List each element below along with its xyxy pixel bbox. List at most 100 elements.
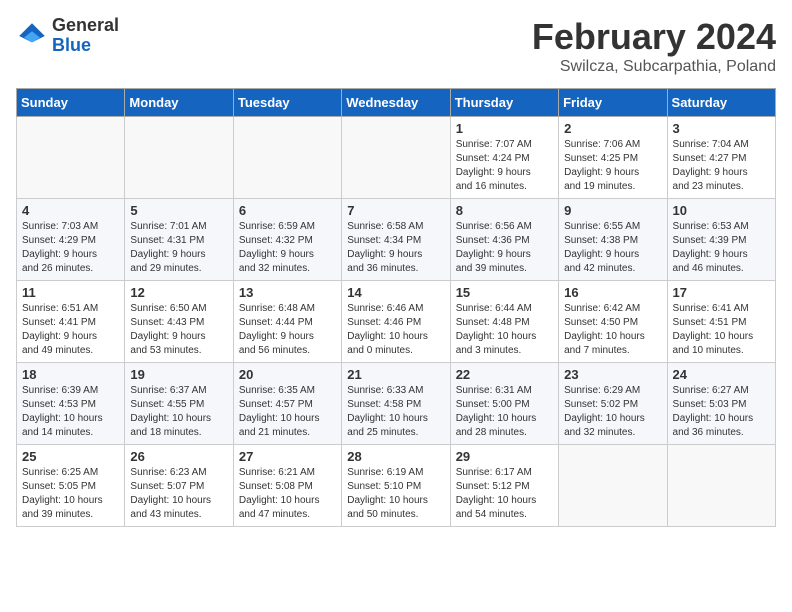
day-number: 28	[347, 449, 444, 464]
day-info: Sunrise: 6:33 AM Sunset: 4:58 PM Dayligh…	[347, 384, 444, 440]
day-number: 1	[456, 121, 553, 136]
page-header: General Blue February 2024 Swilcza, Subc…	[16, 16, 776, 76]
calendar-day-cell	[125, 117, 233, 199]
calendar-day-cell: 15 Sunrise: 6:44 AM Sunset: 4:48 PM Dayli…	[450, 281, 558, 363]
day-info: Sunrise: 6:46 AM Sunset: 4:46 PM Dayligh…	[347, 302, 444, 358]
calendar-week-row: 25 Sunrise: 6:25 AM Sunset: 5:05 PM Dayli…	[17, 445, 776, 527]
calendar-day-cell: 16Sunrise: 6:42 AM Sunset: 4:50 PM Dayli…	[559, 281, 667, 363]
day-number: 12	[130, 285, 227, 300]
calendar-day-cell: 26Sunrise: 6:23 AM Sunset: 5:07 PM Dayli…	[125, 445, 233, 527]
day-info: Sunrise: 6:17 AM Sunset: 5:12 PM Dayligh…	[456, 466, 553, 522]
calendar-day-cell: 1 Sunrise: 7:07 AM Sunset: 4:24 PM Daylig…	[450, 117, 558, 199]
day-info: Sunrise: 6:55 AM Sunset: 4:38 PM Dayligh…	[564, 220, 661, 276]
day-info: Sunrise: 6:59 AM Sunset: 4:32 PM Dayligh…	[239, 220, 336, 276]
calendar-day-cell	[233, 117, 341, 199]
day-number: 19	[130, 367, 227, 382]
calendar-day-cell	[667, 445, 775, 527]
day-info: Sunrise: 6:41 AM Sunset: 4:51 PM Dayligh…	[673, 302, 770, 358]
calendar-day-cell: 10 Sunrise: 6:53 AM Sunset: 4:39 PM Dayli…	[667, 199, 775, 281]
day-info: Sunrise: 6:23 AM Sunset: 5:07 PM Dayligh…	[130, 466, 227, 522]
logo-blue: Blue	[52, 36, 119, 56]
calendar-day-cell: 21 Sunrise: 6:33 AM Sunset: 4:58 PM Dayli…	[342, 363, 450, 445]
day-info: Sunrise: 6:27 AM Sunset: 5:03 PM Dayligh…	[673, 384, 770, 440]
calendar-day-cell: 20 Sunrise: 6:35 AM Sunset: 4:57 PM Dayli…	[233, 363, 341, 445]
day-number: 7	[347, 203, 444, 218]
day-number: 3	[673, 121, 770, 136]
day-info: Sunrise: 7:06 AM Sunset: 4:25 PM Dayligh…	[564, 138, 661, 194]
day-number: 20	[239, 367, 336, 382]
calendar-day-cell: 29 Sunrise: 6:17 AM Sunset: 5:12 PM Dayli…	[450, 445, 558, 527]
day-of-week-header: Saturday	[667, 89, 775, 117]
day-number: 18	[22, 367, 119, 382]
day-info: Sunrise: 6:35 AM Sunset: 4:57 PM Dayligh…	[239, 384, 336, 440]
day-of-week-header: Thursday	[450, 89, 558, 117]
calendar-day-cell: 28 Sunrise: 6:19 AM Sunset: 5:10 PM Dayli…	[342, 445, 450, 527]
day-number: 6	[239, 203, 336, 218]
day-info: Sunrise: 6:51 AM Sunset: 4:41 PM Dayligh…	[22, 302, 119, 358]
calendar-day-cell: 8Sunrise: 6:56 AM Sunset: 4:36 PM Daylig…	[450, 199, 558, 281]
calendar-day-cell: 9 Sunrise: 6:55 AM Sunset: 4:38 PM Daylig…	[559, 199, 667, 281]
day-number: 5	[130, 203, 227, 218]
day-number: 16	[564, 285, 661, 300]
calendar-week-row: 18Sunrise: 6:39 AM Sunset: 4:53 PM Dayli…	[17, 363, 776, 445]
calendar-day-cell: 7 Sunrise: 6:58 AM Sunset: 4:34 PM Daylig…	[342, 199, 450, 281]
calendar-day-cell: 6 Sunrise: 6:59 AM Sunset: 4:32 PM Daylig…	[233, 199, 341, 281]
day-number: 17	[673, 285, 770, 300]
month-title: February 2024	[532, 16, 776, 58]
calendar-header-row: SundayMondayTuesdayWednesdayThursdayFrid…	[17, 89, 776, 117]
day-number: 24	[673, 367, 770, 382]
day-number: 13	[239, 285, 336, 300]
day-number: 22	[456, 367, 553, 382]
calendar-day-cell: 27Sunrise: 6:21 AM Sunset: 5:08 PM Dayli…	[233, 445, 341, 527]
day-number: 15	[456, 285, 553, 300]
day-number: 10	[673, 203, 770, 218]
day-of-week-header: Friday	[559, 89, 667, 117]
calendar-day-cell: 23 Sunrise: 6:29 AM Sunset: 5:02 PM Dayli…	[559, 363, 667, 445]
day-number: 8	[456, 203, 553, 218]
calendar-day-cell: 3 Sunrise: 7:04 AM Sunset: 4:27 PM Daylig…	[667, 117, 775, 199]
day-info: Sunrise: 6:25 AM Sunset: 5:05 PM Dayligh…	[22, 466, 119, 522]
logo-general: General	[52, 16, 119, 36]
day-number: 29	[456, 449, 553, 464]
logo: General Blue	[16, 16, 119, 56]
calendar-day-cell: 17 Sunrise: 6:41 AM Sunset: 4:51 PM Dayli…	[667, 281, 775, 363]
logo-icon	[16, 20, 48, 52]
calendar-week-row: 4 Sunrise: 7:03 AM Sunset: 4:29 PM Daylig…	[17, 199, 776, 281]
day-info: Sunrise: 6:58 AM Sunset: 4:34 PM Dayligh…	[347, 220, 444, 276]
day-number: 25	[22, 449, 119, 464]
calendar-day-cell: 5Sunrise: 7:01 AM Sunset: 4:31 PM Daylig…	[125, 199, 233, 281]
day-number: 4	[22, 203, 119, 218]
day-info: Sunrise: 7:04 AM Sunset: 4:27 PM Dayligh…	[673, 138, 770, 194]
day-number: 23	[564, 367, 661, 382]
day-number: 21	[347, 367, 444, 382]
day-of-week-header: Wednesday	[342, 89, 450, 117]
day-of-week-header: Monday	[125, 89, 233, 117]
day-info: Sunrise: 6:31 AM Sunset: 5:00 PM Dayligh…	[456, 384, 553, 440]
day-info: Sunrise: 7:03 AM Sunset: 4:29 PM Dayligh…	[22, 220, 119, 276]
day-number: 14	[347, 285, 444, 300]
calendar-day-cell	[342, 117, 450, 199]
day-info: Sunrise: 6:48 AM Sunset: 4:44 PM Dayligh…	[239, 302, 336, 358]
day-info: Sunrise: 6:37 AM Sunset: 4:55 PM Dayligh…	[130, 384, 227, 440]
calendar-day-cell	[559, 445, 667, 527]
day-number: 9	[564, 203, 661, 218]
calendar-week-row: 1 Sunrise: 7:07 AM Sunset: 4:24 PM Daylig…	[17, 117, 776, 199]
day-info: Sunrise: 6:53 AM Sunset: 4:39 PM Dayligh…	[673, 220, 770, 276]
calendar-day-cell: 22 Sunrise: 6:31 AM Sunset: 5:00 PM Dayli…	[450, 363, 558, 445]
day-info: Sunrise: 6:44 AM Sunset: 4:48 PM Dayligh…	[456, 302, 553, 358]
calendar-day-cell: 14 Sunrise: 6:46 AM Sunset: 4:46 PM Dayli…	[342, 281, 450, 363]
day-info: Sunrise: 7:07 AM Sunset: 4:24 PM Dayligh…	[456, 138, 553, 194]
calendar-day-cell: 4 Sunrise: 7:03 AM Sunset: 4:29 PM Daylig…	[17, 199, 125, 281]
day-of-week-header: Tuesday	[233, 89, 341, 117]
calendar-day-cell: 24 Sunrise: 6:27 AM Sunset: 5:03 PM Dayli…	[667, 363, 775, 445]
calendar-week-row: 11Sunrise: 6:51 AM Sunset: 4:41 PM Dayli…	[17, 281, 776, 363]
calendar-day-cell	[17, 117, 125, 199]
day-info: Sunrise: 6:29 AM Sunset: 5:02 PM Dayligh…	[564, 384, 661, 440]
day-number: 2	[564, 121, 661, 136]
calendar-day-cell: 11Sunrise: 6:51 AM Sunset: 4:41 PM Dayli…	[17, 281, 125, 363]
calendar-day-cell: 12Sunrise: 6:50 AM Sunset: 4:43 PM Dayli…	[125, 281, 233, 363]
day-info: Sunrise: 6:19 AM Sunset: 5:10 PM Dayligh…	[347, 466, 444, 522]
day-number: 27	[239, 449, 336, 464]
calendar-day-cell: 13 Sunrise: 6:48 AM Sunset: 4:44 PM Dayli…	[233, 281, 341, 363]
calendar-day-cell: 25 Sunrise: 6:25 AM Sunset: 5:05 PM Dayli…	[17, 445, 125, 527]
